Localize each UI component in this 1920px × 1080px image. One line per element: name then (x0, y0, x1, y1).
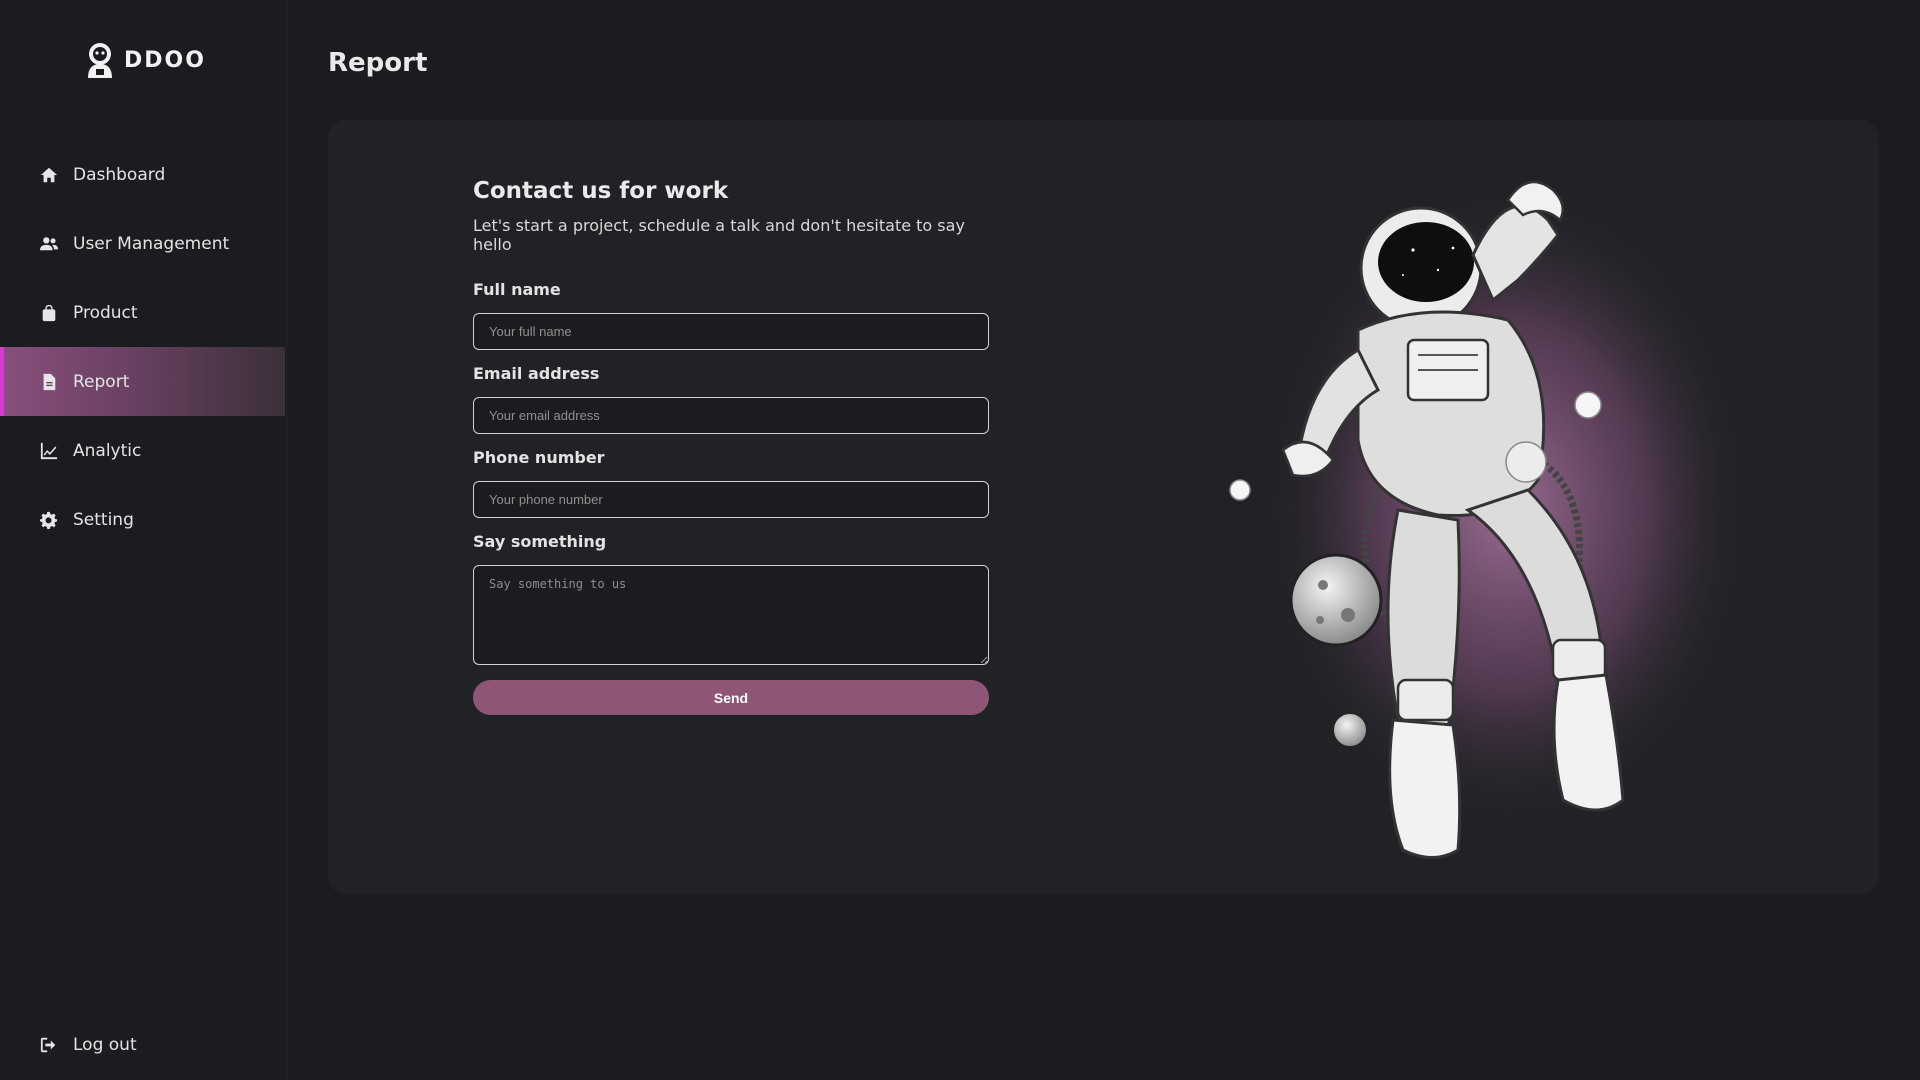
gear-icon (39, 510, 59, 530)
file-icon (39, 372, 59, 392)
email-input[interactable] (473, 397, 989, 434)
sidebar-item-product[interactable]: Product (0, 278, 285, 347)
full-name-label: Full name (473, 280, 561, 299)
message-label: Say something (473, 532, 607, 551)
sidebar-nav: Dashboard User Management Product Report… (0, 140, 285, 554)
phone-input[interactable] (473, 481, 989, 518)
brand-logo[interactable]: DDOO (84, 42, 206, 78)
sidebar-item-setting[interactable]: Setting (0, 485, 285, 554)
astronaut-illustration (1208, 160, 1768, 894)
phone-label: Phone number (473, 448, 605, 467)
astronaut-image (1229, 180, 1758, 859)
home-icon (39, 165, 59, 185)
sidebar-item-label: Report (73, 371, 130, 392)
brand-name: DDOO (124, 47, 206, 73)
email-label: Email address (473, 364, 600, 383)
sidebar-item-label: Setting (73, 509, 134, 530)
sidebar-item-report[interactable]: Report (0, 347, 285, 416)
sidebar-item-analytic[interactable]: Analytic (0, 416, 285, 485)
bag-icon (39, 303, 59, 323)
logout-label: Log out (73, 1034, 137, 1055)
sidebar-item-user-management[interactable]: User Management (0, 209, 285, 278)
sidebar-item-dashboard[interactable]: Dashboard (0, 140, 285, 209)
page-title: Report (328, 48, 428, 78)
contact-form: Contact us for work Let's start a projec… (473, 178, 989, 715)
sidebar-item-label: Dashboard (73, 164, 166, 185)
sidebar-item-label: User Management (73, 233, 230, 254)
sidebar-item-label: Analytic (73, 440, 142, 461)
logout-button[interactable]: Log out (0, 1010, 285, 1079)
message-textarea[interactable] (473, 565, 989, 665)
logout-icon (39, 1035, 59, 1055)
chart-line-icon (39, 441, 59, 461)
form-subheading: Let's start a project, schedule a talk a… (473, 216, 965, 254)
sidebar-item-label: Product (73, 302, 138, 323)
send-button[interactable]: Send (473, 680, 989, 715)
full-name-input[interactable] (473, 313, 989, 350)
users-icon (39, 234, 59, 254)
form-heading: Contact us for work (473, 178, 729, 204)
sidebar: DDOO Dashboard User Management Product R… (0, 0, 287, 1080)
contact-card: Contact us for work Let's start a projec… (328, 120, 1879, 894)
astronaut-logo-icon (88, 43, 112, 78)
